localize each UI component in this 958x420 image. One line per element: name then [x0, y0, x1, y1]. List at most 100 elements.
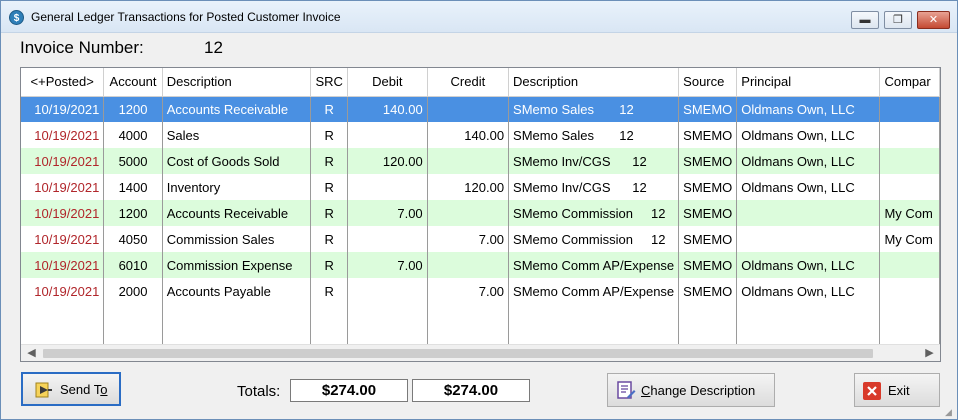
cell-credit[interactable]: 7.00 — [427, 278, 510, 304]
column-header-principal[interactable]: Principal — [736, 68, 881, 97]
send-to-button[interactable]: Send To — [21, 372, 121, 406]
scroll-left-arrow-icon[interactable]: ◀ — [23, 345, 40, 361]
cell-description[interactable]: Sales — [162, 122, 312, 148]
cell-debit[interactable]: 7.00 — [347, 252, 428, 278]
cell-src[interactable]: R — [310, 174, 348, 200]
cell-posted-date[interactable]: 10/19/2021 — [21, 122, 105, 148]
cell-posted-date[interactable]: 10/19/2021 — [21, 174, 105, 200]
cell-debit[interactable]: 120.00 — [347, 148, 428, 174]
cell-memo-description[interactable]: SMemo Commission 12 — [508, 200, 680, 226]
maximize-button[interactable]: ❐ — [884, 11, 912, 29]
table-row[interactable]: 10/19/2021 6010 Commission Expense R 7.00 SMe… — [21, 252, 940, 278]
cell-memo-description[interactable]: SMemo Sales 12 — [508, 122, 680, 148]
cell-debit[interactable] — [347, 174, 428, 200]
cell-principal[interactable]: Oldmans Own, LLC — [736, 96, 881, 122]
change-description-button[interactable]: Change Description — [607, 373, 775, 407]
cell-company[interactable]: My Com — [879, 226, 940, 252]
column-header-company[interactable]: Compar — [879, 68, 940, 97]
cell-company[interactable] — [879, 278, 940, 304]
cell-memo-description[interactable]: SMemo Sales 12 — [508, 96, 680, 122]
cell-account[interactable]: 4000 — [103, 122, 163, 148]
cell-posted-date[interactable]: 10/19/2021 — [21, 252, 105, 278]
cell-memo-description[interactable]: SMemo Comm AP/Expense — [508, 252, 680, 278]
cell-description[interactable]: Commission Sales — [162, 226, 312, 252]
cell-debit[interactable] — [347, 226, 428, 252]
table-row[interactable]: 10/19/2021 4050 Commission Sales R 7.00 SMemo… — [21, 226, 940, 252]
cell-memo-description[interactable]: SMemo Inv/CGS 12 — [508, 174, 680, 200]
cell-description[interactable]: Commission Expense — [162, 252, 312, 278]
table-row[interactable]: 10/19/2021 5000 Cost of Goods Sold R 120.00 S… — [21, 148, 940, 174]
cell-principal[interactable] — [736, 200, 881, 226]
cell-source[interactable]: SMEMO — [678, 278, 738, 304]
cell-company[interactable]: My Com — [879, 200, 940, 226]
cell-company[interactable] — [879, 148, 940, 174]
cell-source[interactable]: SMEMO — [678, 174, 738, 200]
cell-src[interactable]: R — [310, 148, 348, 174]
cell-account[interactable]: 4050 — [103, 226, 163, 252]
cell-company[interactable] — [879, 252, 940, 278]
cell-principal[interactable] — [736, 226, 881, 252]
cell-description[interactable]: Accounts Receivable — [162, 96, 312, 122]
cell-credit[interactable]: 140.00 — [427, 122, 510, 148]
cell-description[interactable]: Cost of Goods Sold — [162, 148, 312, 174]
cell-source[interactable]: SMEMO — [678, 96, 738, 122]
column-header-description[interactable]: Description — [162, 68, 312, 97]
cell-account[interactable]: 2000 — [103, 278, 163, 304]
column-header-source[interactable]: Source — [678, 68, 738, 97]
cell-posted-date[interactable]: 10/19/2021 — [21, 148, 105, 174]
transactions-grid[interactable]: <+Posted> Account Description SRC Debit … — [20, 67, 941, 362]
cell-src[interactable]: R — [310, 96, 348, 122]
table-row[interactable]: 10/19/2021 2000 Accounts Payable R 7.00 SMemo… — [21, 278, 940, 304]
cell-principal[interactable]: Oldmans Own, LLC — [736, 122, 881, 148]
cell-company[interactable] — [879, 96, 940, 122]
cell-src[interactable]: R — [310, 122, 348, 148]
cell-posted-date[interactable]: 10/19/2021 — [21, 96, 105, 122]
column-header-src[interactable]: SRC — [310, 68, 348, 97]
column-header-debit[interactable]: Debit — [347, 68, 428, 97]
cell-credit[interactable] — [427, 200, 510, 226]
column-header-posted[interactable]: <+Posted> — [21, 68, 105, 97]
cell-account[interactable]: 1200 — [103, 96, 163, 122]
cell-company[interactable] — [879, 174, 940, 200]
cell-memo-description[interactable]: SMemo Inv/CGS 12 — [508, 148, 680, 174]
horizontal-scrollbar[interactable]: ◀ ▶ — [21, 344, 940, 361]
cell-source[interactable]: SMEMO — [678, 252, 738, 278]
cell-debit[interactable] — [347, 278, 428, 304]
cell-description[interactable]: Inventory — [162, 174, 312, 200]
cell-description[interactable]: Accounts Payable — [162, 278, 312, 304]
cell-source[interactable]: SMEMO — [678, 226, 738, 252]
cell-src[interactable]: R — [310, 252, 348, 278]
cell-principal[interactable]: Oldmans Own, LLC — [736, 278, 881, 304]
cell-account[interactable]: 1200 — [103, 200, 163, 226]
cell-credit[interactable]: 7.00 — [427, 226, 510, 252]
cell-principal[interactable]: Oldmans Own, LLC — [736, 252, 881, 278]
table-row[interactable]: 10/19/2021 1200 Accounts Receivable R 7.00 SM… — [21, 200, 940, 226]
cell-account[interactable]: 6010 — [103, 252, 163, 278]
cell-src[interactable]: R — [310, 200, 348, 226]
cell-credit[interactable] — [427, 96, 510, 122]
cell-account[interactable]: 1400 — [103, 174, 163, 200]
close-button[interactable]: ✕ — [917, 11, 950, 29]
resize-grip-icon[interactable]: ◢ — [945, 407, 955, 417]
cell-posted-date[interactable]: 10/19/2021 — [21, 200, 105, 226]
minimize-button[interactable]: ▬ — [851, 11, 879, 29]
scrollbar-thumb[interactable] — [43, 349, 873, 358]
table-row[interactable]: 10/19/2021 4000 Sales R 140.00 SMemo Sales 12… — [21, 122, 940, 148]
column-header-account[interactable]: Account — [103, 68, 163, 97]
cell-posted-date[interactable]: 10/19/2021 — [21, 226, 105, 252]
cell-source[interactable]: SMEMO — [678, 148, 738, 174]
cell-memo-description[interactable]: SMemo Comm AP/Expense — [508, 278, 680, 304]
cell-debit[interactable]: 140.00 — [347, 96, 428, 122]
table-row[interactable]: 10/19/2021 1400 Inventory R 120.00 SMemo Inv/… — [21, 174, 940, 200]
cell-src[interactable]: R — [310, 226, 348, 252]
cell-credit[interactable] — [427, 252, 510, 278]
cell-src[interactable]: R — [310, 278, 348, 304]
cell-company[interactable] — [879, 122, 940, 148]
cell-description[interactable]: Accounts Receivable — [162, 200, 312, 226]
cell-debit[interactable] — [347, 122, 428, 148]
scroll-right-arrow-icon[interactable]: ▶ — [921, 345, 938, 361]
table-row[interactable]: 10/19/2021 1200 Accounts Receivable R 140.00… — [21, 96, 940, 122]
cell-source[interactable]: SMEMO — [678, 200, 738, 226]
cell-posted-date[interactable]: 10/19/2021 — [21, 278, 105, 304]
cell-source[interactable]: SMEMO — [678, 122, 738, 148]
